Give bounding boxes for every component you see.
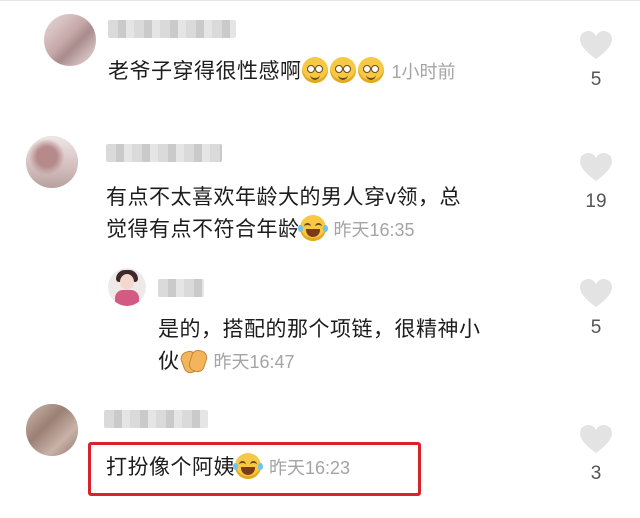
reply-body: 是的，搭配的那个项链，很精神小 伙 昨天16:47 <box>158 314 568 378</box>
reply-text-line: 是的，搭配的那个项链，很精神小 <box>158 318 481 341</box>
username-blurred[interactable] <box>108 20 236 38</box>
avatar[interactable] <box>26 136 78 188</box>
grin-emoji-icon <box>301 57 328 83</box>
top-divider <box>0 0 640 1</box>
username-blurred[interactable] <box>158 279 204 297</box>
comment-text: 打扮像个阿姨 <box>106 456 235 479</box>
like-button[interactable]: 5 <box>576 278 616 339</box>
heart-icon <box>580 31 612 59</box>
avatar[interactable] <box>44 14 96 66</box>
username-blurred[interactable] <box>104 410 208 428</box>
like-count: 19 <box>585 191 607 212</box>
comment-body: 打扮像个阿姨 昨天16:23 <box>106 452 350 484</box>
avatar[interactable] <box>26 404 78 456</box>
laugh-tears-emoji-icon <box>297 215 328 241</box>
avatar[interactable] <box>108 268 146 306</box>
like-count: 3 <box>590 463 602 484</box>
grin-emoji-icon <box>329 57 356 83</box>
comment-time: 1小时前 <box>391 62 456 82</box>
comment-body: 有点不太喜欢年龄大的男人穿v领，总 觉得有点不符合年龄 昨天16:35 <box>106 182 576 246</box>
comment-body: 老爷子穿得很性感啊 1小时前 <box>108 56 456 88</box>
heart-icon <box>580 425 612 453</box>
comment-text-line: 有点不太喜欢年龄大的男人穿v领，总 <box>106 186 461 209</box>
grin-emoji-icon <box>357 57 384 83</box>
username-blurred[interactable] <box>106 144 222 162</box>
like-button[interactable]: 3 <box>576 424 616 485</box>
reply-text-line: 伙 <box>158 350 180 373</box>
clap-emoji-icon <box>178 347 209 376</box>
comment-text: 老爷子穿得很性感啊 <box>108 60 302 83</box>
laugh-tears-emoji-icon <box>233 453 263 479</box>
like-button[interactable]: 19 <box>576 152 616 213</box>
comment-time: 昨天16:23 <box>269 458 351 478</box>
like-count: 5 <box>590 69 602 90</box>
comment-text-line: 觉得有点不符合年龄 <box>106 218 300 241</box>
like-count: 5 <box>590 317 602 338</box>
like-button[interactable]: 5 <box>576 30 616 91</box>
heart-icon <box>580 153 612 181</box>
comment-time: 昨天16:35 <box>333 220 415 240</box>
reply-time: 昨天16:47 <box>213 352 295 372</box>
heart-icon <box>580 279 612 307</box>
